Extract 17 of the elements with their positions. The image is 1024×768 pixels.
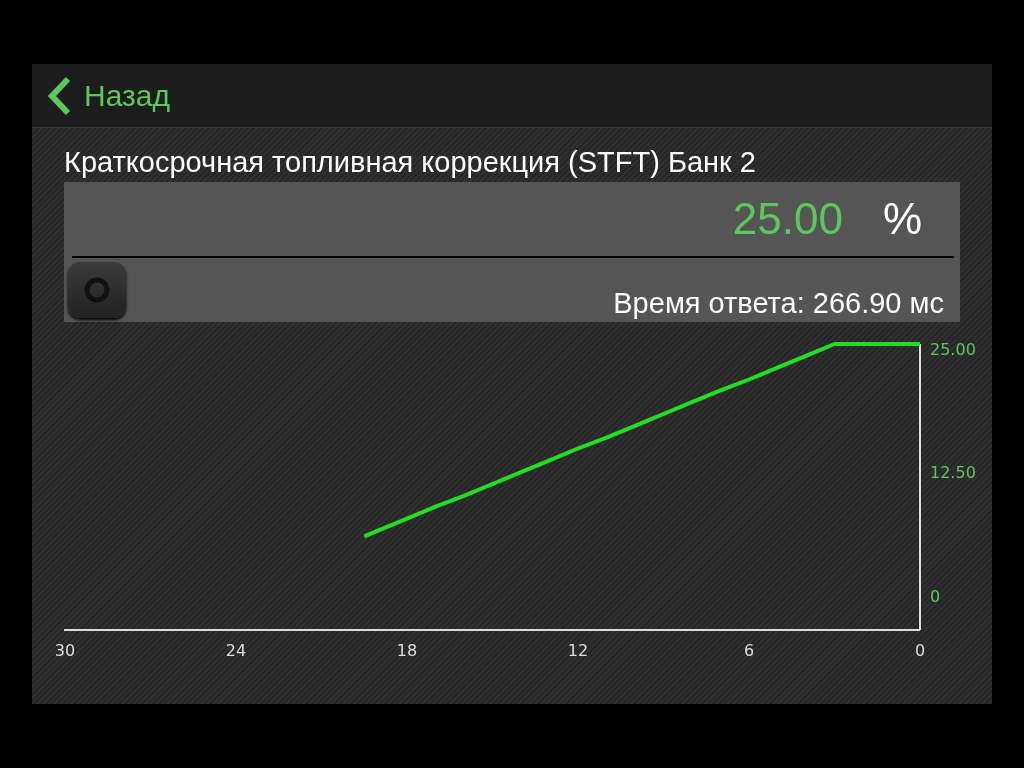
x-tick-label: 6 <box>743 641 755 660</box>
back-button[interactable]: Назад <box>46 75 170 116</box>
page-title: Краткосрочная топливная коррекция (STFT) Банк 2 <box>64 146 757 180</box>
reading-value: 25.00 <box>732 194 843 244</box>
spinner-icon <box>83 276 111 304</box>
y-tick-label: 25.00 <box>930 340 976 359</box>
back-chevron-icon <box>46 75 72 116</box>
x-tick-label: 30 <box>54 641 76 660</box>
reading-unit: % <box>882 194 922 244</box>
y-tick-label: 12.50 <box>930 463 976 483</box>
x-tick-label: 0 <box>914 641 926 660</box>
response-time: Время ответа: 266.90 мс <box>613 287 944 320</box>
x-tick-label: 18 <box>396 641 418 660</box>
y-tick-label: 0 <box>930 586 941 606</box>
x-tick-label: 12 <box>567 641 589 660</box>
spinner-button[interactable] <box>68 262 126 318</box>
x-tick-label: 24 <box>225 641 247 660</box>
